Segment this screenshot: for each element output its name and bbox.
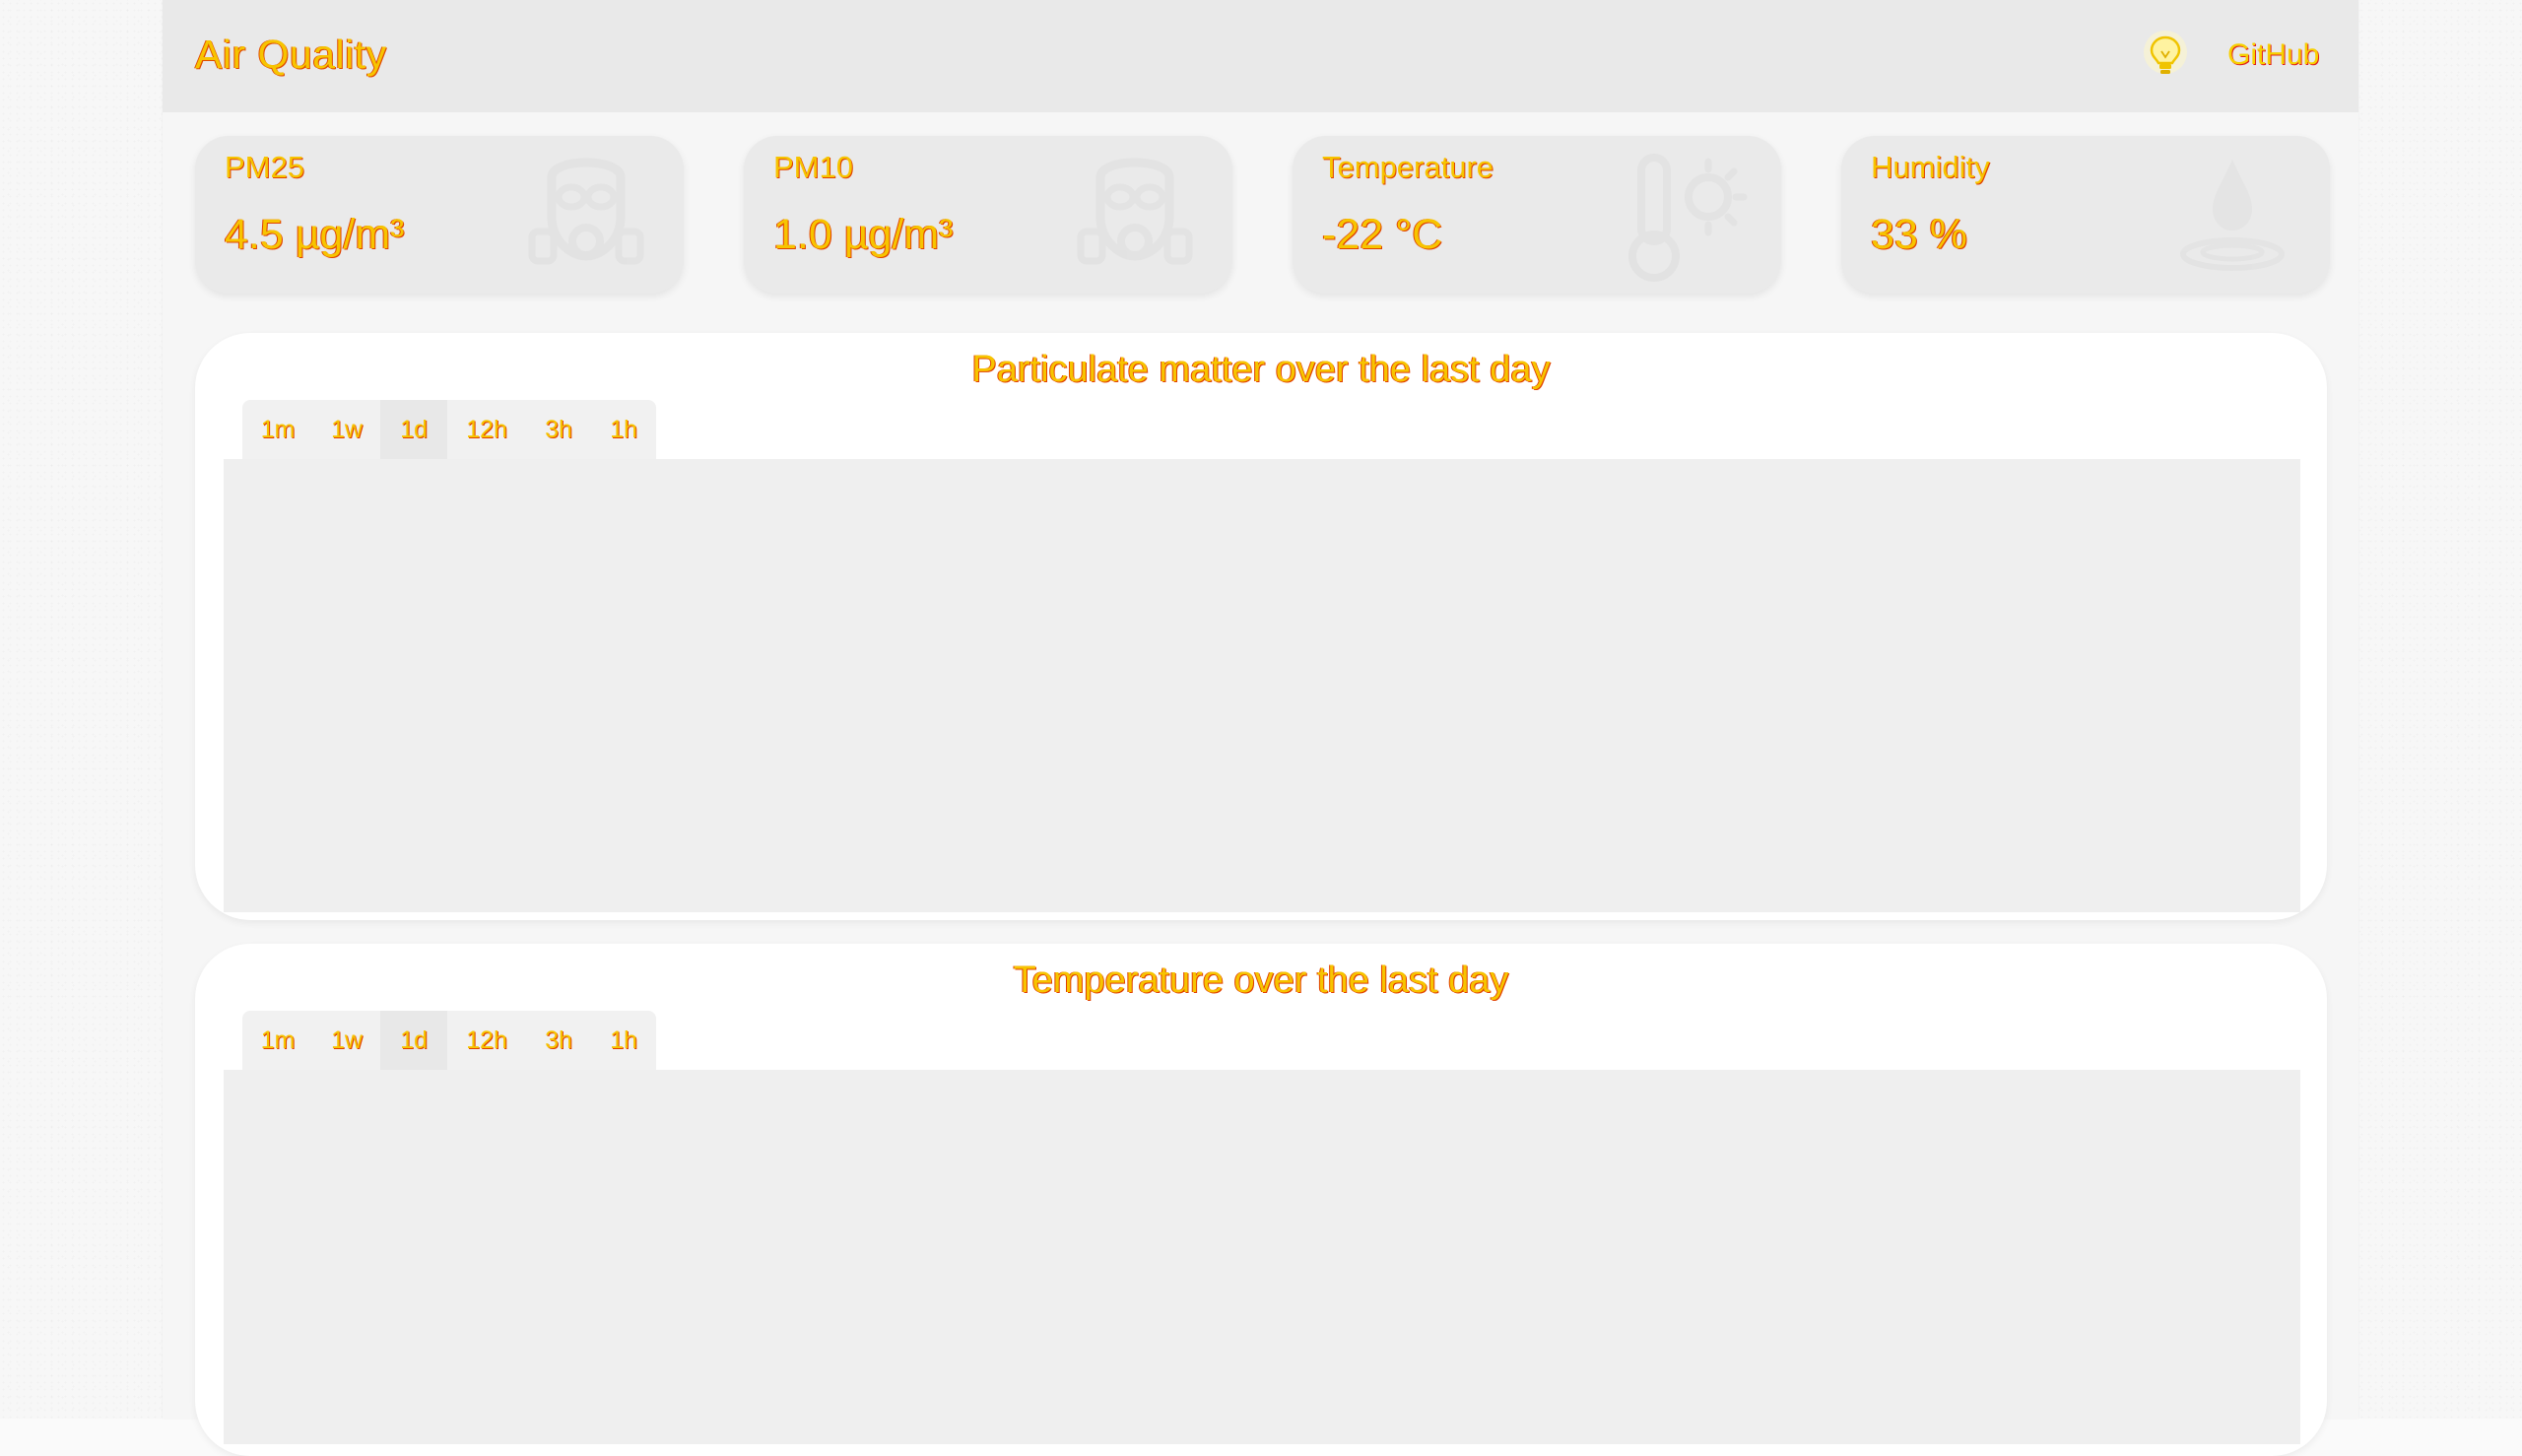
- chart-panel-temperature: Temperature over the last day 1m 1w 1d 1…: [195, 944, 2327, 1456]
- gas-mask-icon: [522, 148, 650, 286]
- gas-mask-icon: [1071, 148, 1199, 286]
- range-button-1d[interactable]: 1d: [380, 1011, 447, 1070]
- lightbulb-icon[interactable]: [2136, 26, 2195, 85]
- stat-card-value: 33 %: [1871, 211, 1968, 258]
- range-button-1m[interactable]: 1m: [242, 1011, 313, 1070]
- time-range-selector: 1m 1w 1d 12h 3h 1h: [242, 1011, 656, 1070]
- chart-title: Temperature over the last day: [1013, 960, 1509, 1001]
- app-container: Air Quality GitHub PM25 4.5 µg/m³ PM10 1…: [163, 0, 2358, 1456]
- stat-card-label: PM10: [773, 150, 853, 184]
- stat-card-label: Temperature: [1322, 150, 1494, 184]
- range-button-12h[interactable]: 12h: [447, 1011, 526, 1070]
- lightbulb-icon-svg: [2144, 31, 2187, 74]
- stat-card-temperature: Temperature -22 °C: [1293, 136, 1781, 294]
- range-button-3h[interactable]: 3h: [526, 1011, 591, 1070]
- range-button-1h[interactable]: 1h: [591, 400, 656, 459]
- thermometer-sun-icon: [1620, 148, 1748, 286]
- stat-card-pm25: PM25 4.5 µg/m³: [195, 136, 684, 294]
- stat-card-value: 4.5 µg/m³: [225, 211, 405, 258]
- chart-plot-area[interactable]: [224, 459, 2300, 912]
- brand-title[interactable]: Air Quality: [195, 32, 387, 78]
- chart-title: Particulate matter over the last day: [971, 349, 1551, 390]
- water-drop-icon: [2168, 148, 2296, 286]
- time-range-selector: 1m 1w 1d 12h 3h 1h: [242, 400, 656, 459]
- stat-card-label: Humidity: [1871, 150, 1990, 184]
- navbar: Air Quality GitHub: [163, 0, 2358, 112]
- stat-card-humidity: Humidity 33 %: [1841, 136, 2330, 294]
- range-button-1w[interactable]: 1w: [313, 400, 380, 459]
- chart-plot-area[interactable]: [224, 1070, 2300, 1444]
- github-link[interactable]: GitHub: [2227, 38, 2319, 72]
- range-button-1w[interactable]: 1w: [313, 1011, 380, 1070]
- stat-card-pm10: PM10 1.0 µg/m³: [744, 136, 1232, 294]
- stat-card-value: 1.0 µg/m³: [773, 211, 954, 258]
- chart-panel-particulate-matter: Particulate matter over the last day 1m …: [195, 333, 2327, 920]
- range-button-12h[interactable]: 12h: [447, 400, 526, 459]
- range-button-1h[interactable]: 1h: [591, 1011, 656, 1070]
- stat-card-value: -22 °C: [1322, 211, 1443, 258]
- range-button-1m[interactable]: 1m: [242, 400, 313, 459]
- stat-card-label: PM25: [225, 150, 304, 184]
- range-button-1d[interactable]: 1d: [380, 400, 447, 459]
- range-button-3h[interactable]: 3h: [526, 400, 591, 459]
